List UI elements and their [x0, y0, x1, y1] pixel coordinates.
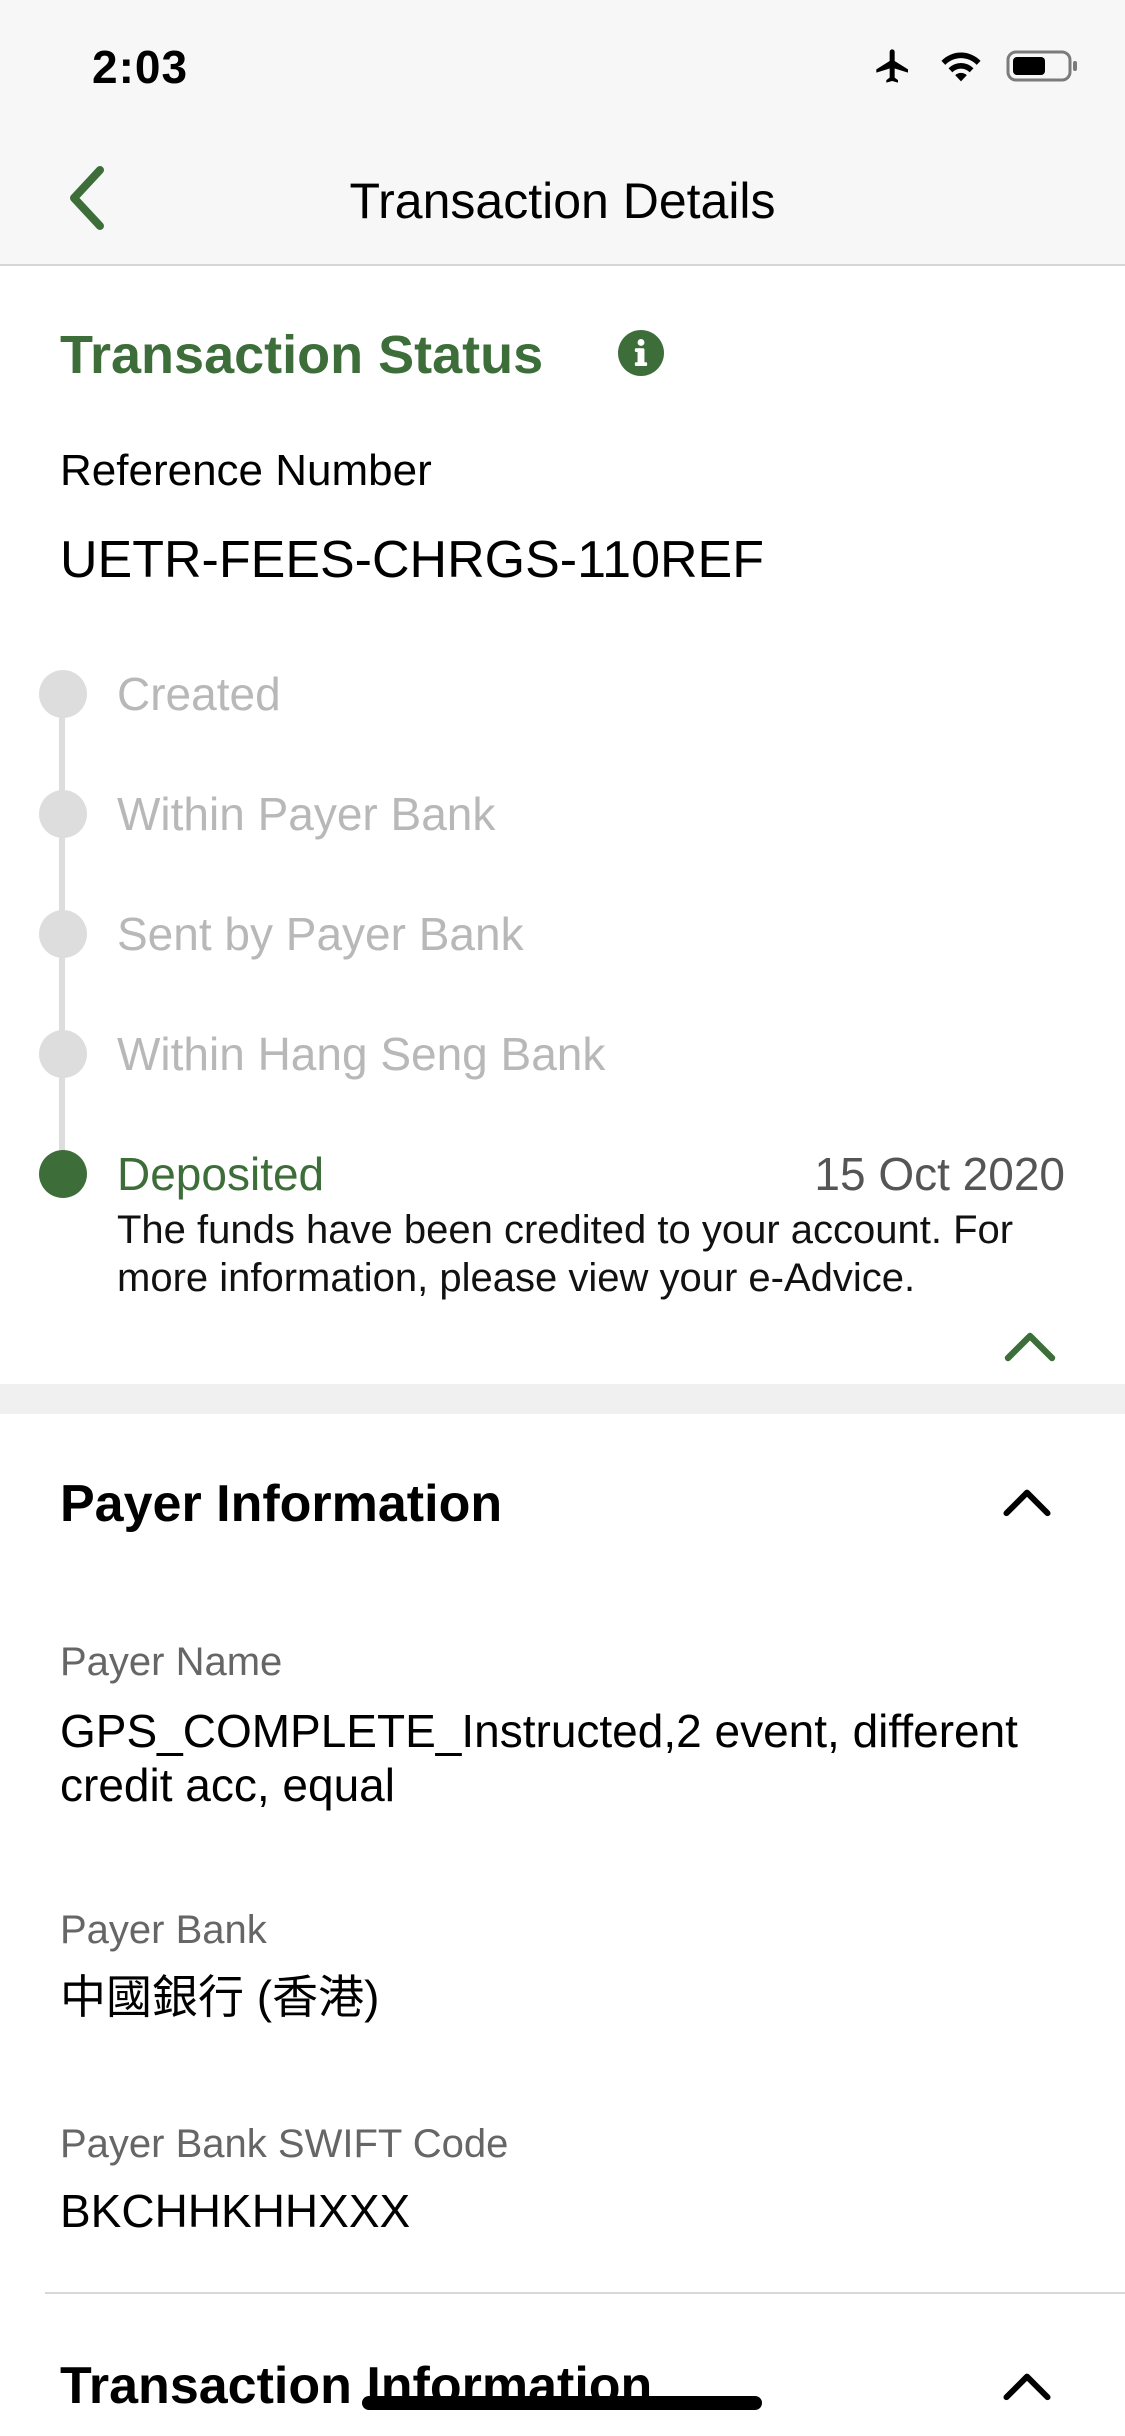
timeline-step-date: 15 Oct 2020 — [814, 1148, 1065, 1200]
timeline-step-sent-by-payer-bank: Sent by Payer Bank — [0, 904, 1125, 964]
nav-bar: Transaction Details — [0, 132, 1125, 266]
timeline-step-created: Created — [0, 664, 1125, 724]
home-indicator[interactable] — [362, 2396, 762, 2410]
timeline-step-label: Sent by Payer Bank — [117, 908, 524, 960]
info-icon[interactable] — [618, 330, 664, 376]
battery-icon — [1006, 50, 1077, 82]
timeline-step-label: Within Hang Seng Bank — [117, 1028, 606, 1080]
status-icons — [870, 46, 1080, 86]
timeline-step-label: Created — [117, 668, 281, 720]
wifi-icon — [941, 52, 981, 82]
chevron-up-icon[interactable] — [1000, 1326, 1060, 1366]
payer-information-heading: Payer Information — [60, 1475, 503, 1533]
section-divider — [0, 1384, 1125, 1414]
chevron-up-icon[interactable] — [999, 2366, 1055, 2406]
timeline-dot — [39, 670, 87, 718]
payer-bank-swift-label: Payer Bank SWIFT Code — [60, 2122, 509, 2166]
payer-bank-swift-value: BKCHHKHHXXX — [60, 2185, 411, 2237]
timeline-step-within-payer-bank: Within Payer Bank — [0, 784, 1125, 844]
payer-bank-label: Payer Bank — [60, 1908, 267, 1952]
status-time: 2:03 — [92, 41, 189, 93]
timeline-dot — [39, 910, 87, 958]
airplane-icon — [876, 49, 908, 83]
status-bar: 2:03 — [0, 0, 1125, 132]
section-separator — [45, 2292, 1125, 2294]
timeline-dot-active — [39, 1150, 87, 1198]
timeline-dot — [39, 1030, 87, 1078]
timeline-step-deposited: Deposited 15 Oct 2020 — [0, 1144, 1125, 1204]
payer-name-value: GPS_COMPLETE_Instructed,2 event, differe… — [60, 1705, 1018, 1811]
timeline-dot — [39, 790, 87, 838]
deposited-description: The funds have been credited to your acc… — [117, 1208, 1014, 1300]
timeline-step-within-hang-seng-bank: Within Hang Seng Bank — [0, 1024, 1125, 1084]
payer-information-section: Payer Information Payer Name GPS_COMPLET… — [0, 1414, 1125, 2294]
page-title: Transaction Details — [349, 173, 776, 229]
payer-name-label: Payer Name — [60, 1640, 283, 1684]
transaction-status-heading: Transaction Status — [60, 325, 544, 385]
payer-bank-value: 中國銀行 (香港) — [60, 1971, 380, 2023]
reference-number-value: UETR-FEES-CHRGS-110REF — [60, 531, 765, 589]
chevron-up-icon[interactable] — [999, 1482, 1055, 1522]
timeline-step-label: Within Payer Bank — [117, 788, 496, 840]
reference-number-label: Reference Number — [60, 446, 432, 495]
transaction-status-section: Transaction Status Reference Number UETR… — [0, 266, 1125, 1384]
timeline-step-label: Deposited — [117, 1148, 325, 1200]
